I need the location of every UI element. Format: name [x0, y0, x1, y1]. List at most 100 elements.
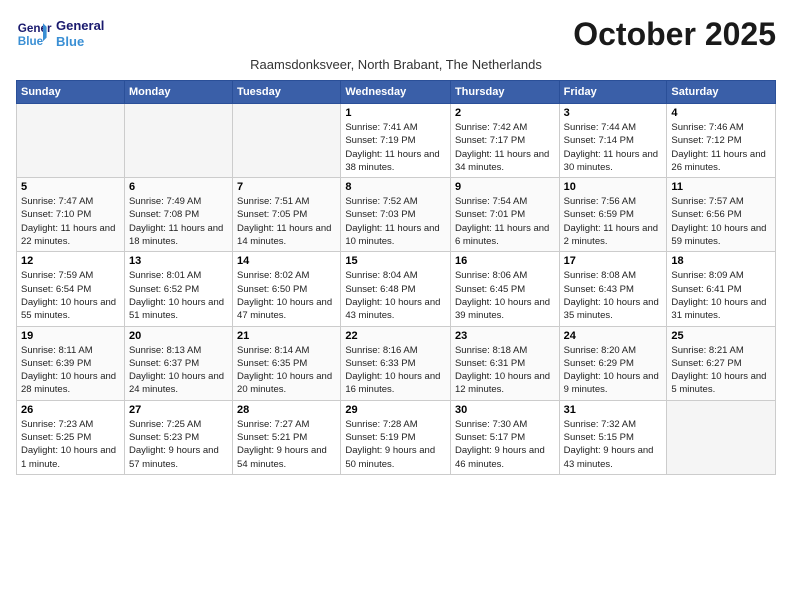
calendar-cell: 7 Sunrise: 7:51 AMSunset: 7:05 PMDaylight…	[233, 178, 341, 252]
day-number: 2	[455, 107, 555, 119]
svg-text:General: General	[18, 22, 52, 35]
week-row-2: 5 Sunrise: 7:47 AMSunset: 7:10 PMDaylight…	[17, 178, 776, 252]
calendar-cell: 30 Sunrise: 7:30 AMSunset: 5:17 PMDayligh…	[450, 400, 559, 474]
week-row-4: 19 Sunrise: 8:11 AMSunset: 6:39 PMDayligh…	[17, 326, 776, 400]
day-number: 3	[564, 107, 663, 119]
day-info: Sunrise: 7:44 AMSunset: 7:14 PMDaylight:…	[564, 121, 663, 174]
day-info: Sunrise: 7:30 AMSunset: 5:17 PMDaylight:…	[455, 418, 555, 471]
calendar-cell: 21Sunrise: 8:14 AMSunset: 6:35 PMDayligh…	[233, 326, 341, 400]
weekday-header-sunday: Sunday	[17, 81, 125, 104]
calendar-cell: 2 Sunrise: 7:42 AMSunset: 7:17 PMDaylight…	[450, 104, 559, 178]
day-number: 25	[671, 330, 771, 342]
day-info: Sunrise: 7:49 AMSunset: 7:08 PMDaylight:…	[129, 195, 228, 248]
calendar-cell: 11Sunrise: 7:57 AMSunset: 6:56 PMDayligh…	[667, 178, 776, 252]
day-info: Sunrise: 8:13 AMSunset: 6:37 PMDaylight:…	[129, 344, 228, 397]
calendar-cell: 14Sunrise: 8:02 AMSunset: 6:50 PMDayligh…	[233, 252, 341, 326]
calendar-cell: 15 Sunrise: 8:04 AMSunset: 6:48 PMDayligh…	[341, 252, 451, 326]
day-number: 28	[237, 404, 336, 416]
calendar-cell: 26 Sunrise: 7:23 AMSunset: 5:25 PMDayligh…	[17, 400, 125, 474]
calendar-cell: 28 Sunrise: 7:27 AMSunset: 5:21 PMDayligh…	[233, 400, 341, 474]
day-number: 27	[129, 404, 228, 416]
calendar-cell: 22Sunrise: 8:16 AMSunset: 6:33 PMDayligh…	[341, 326, 451, 400]
day-number: 9	[455, 181, 555, 193]
day-number: 20	[129, 330, 228, 342]
day-number: 15	[345, 255, 446, 267]
day-number: 12	[21, 255, 120, 267]
day-number: 7	[237, 181, 336, 193]
calendar-cell: 18 Sunrise: 8:09 AMSunset: 6:41 PMDayligh…	[667, 252, 776, 326]
day-info: Sunrise: 8:01 AMSunset: 6:52 PMDaylight:…	[129, 269, 228, 322]
svg-text:Blue: Blue	[18, 35, 44, 48]
calendar-cell: 23Sunrise: 8:18 AMSunset: 6:31 PMDayligh…	[450, 326, 559, 400]
day-info: Sunrise: 7:28 AMSunset: 5:19 PMDaylight:…	[345, 418, 446, 471]
calendar-cell	[667, 400, 776, 474]
calendar-cell: 4 Sunrise: 7:46 AMSunset: 7:12 PMDaylight…	[667, 104, 776, 178]
calendar-cell: 13 Sunrise: 8:01 AMSunset: 6:52 PMDayligh…	[124, 252, 232, 326]
day-info: Sunrise: 8:14 AMSunset: 6:35 PMDaylight:…	[237, 344, 336, 397]
calendar-cell: 16 Sunrise: 8:06 AMSunset: 6:45 PMDayligh…	[450, 252, 559, 326]
day-number: 6	[129, 181, 228, 193]
day-number: 5	[21, 181, 120, 193]
day-info: Sunrise: 7:56 AMSunset: 6:59 PMDaylight:…	[564, 195, 663, 248]
calendar-table: SundayMondayTuesdayWednesdayThursdayFrid…	[16, 80, 776, 475]
day-info: Sunrise: 7:54 AMSunset: 7:01 PMDaylight:…	[455, 195, 555, 248]
day-number: 4	[671, 107, 771, 119]
logo: General Blue General Blue	[16, 16, 104, 52]
calendar-cell	[124, 104, 232, 178]
calendar-cell: 27 Sunrise: 7:25 AMSunset: 5:23 PMDayligh…	[124, 400, 232, 474]
day-info: Sunrise: 8:08 AMSunset: 6:43 PMDaylight:…	[564, 269, 663, 322]
logo-icon: General Blue	[16, 16, 52, 52]
day-info: Sunrise: 7:52 AMSunset: 7:03 PMDaylight:…	[345, 195, 446, 248]
day-number: 19	[21, 330, 120, 342]
subtitle: Raamsdonksveer, North Brabant, The Nethe…	[16, 57, 776, 72]
weekday-header-tuesday: Tuesday	[233, 81, 341, 104]
day-number: 18	[671, 255, 771, 267]
calendar-cell: 6 Sunrise: 7:49 AMSunset: 7:08 PMDaylight…	[124, 178, 232, 252]
day-info: Sunrise: 8:09 AMSunset: 6:41 PMDaylight:…	[671, 269, 771, 322]
day-info: Sunrise: 7:23 AMSunset: 5:25 PMDaylight:…	[21, 418, 120, 471]
day-info: Sunrise: 7:25 AMSunset: 5:23 PMDaylight:…	[129, 418, 228, 471]
day-number: 10	[564, 181, 663, 193]
calendar-cell: 3 Sunrise: 7:44 AMSunset: 7:14 PMDaylight…	[559, 104, 667, 178]
day-info: Sunrise: 7:59 AMSunset: 6:54 PMDaylight:…	[21, 269, 120, 322]
day-number: 24	[564, 330, 663, 342]
logo-text: General Blue	[56, 18, 104, 49]
day-info: Sunrise: 8:06 AMSunset: 6:45 PMDaylight:…	[455, 269, 555, 322]
day-info: Sunrise: 7:46 AMSunset: 7:12 PMDaylight:…	[671, 121, 771, 174]
day-info: Sunrise: 8:02 AMSunset: 6:50 PMDaylight:…	[237, 269, 336, 322]
week-row-5: 26 Sunrise: 7:23 AMSunset: 5:25 PMDayligh…	[17, 400, 776, 474]
calendar-cell	[17, 104, 125, 178]
day-number: 17	[564, 255, 663, 267]
day-info: Sunrise: 8:04 AMSunset: 6:48 PMDaylight:…	[345, 269, 446, 322]
weekday-header-friday: Friday	[559, 81, 667, 104]
calendar-cell	[233, 104, 341, 178]
calendar-cell: 1 Sunrise: 7:41 AMSunset: 7:19 PMDaylight…	[341, 104, 451, 178]
day-number: 29	[345, 404, 446, 416]
day-info: Sunrise: 7:42 AMSunset: 7:17 PMDaylight:…	[455, 121, 555, 174]
day-info: Sunrise: 7:32 AMSunset: 5:15 PMDaylight:…	[564, 418, 663, 471]
weekday-header-monday: Monday	[124, 81, 232, 104]
calendar-cell: 29 Sunrise: 7:28 AMSunset: 5:19 PMDayligh…	[341, 400, 451, 474]
header: General Blue General Blue October 2025	[16, 16, 776, 53]
day-number: 30	[455, 404, 555, 416]
day-number: 22	[345, 330, 446, 342]
calendar-cell: 20 Sunrise: 8:13 AMSunset: 6:37 PMDayligh…	[124, 326, 232, 400]
day-info: Sunrise: 8:11 AMSunset: 6:39 PMDaylight:…	[21, 344, 120, 397]
day-info: Sunrise: 7:51 AMSunset: 7:05 PMDaylight:…	[237, 195, 336, 248]
day-info: Sunrise: 7:47 AMSunset: 7:10 PMDaylight:…	[21, 195, 120, 248]
day-number: 16	[455, 255, 555, 267]
weekday-header-thursday: Thursday	[450, 81, 559, 104]
day-number: 31	[564, 404, 663, 416]
calendar-cell: 12 Sunrise: 7:59 AMSunset: 6:54 PMDayligh…	[17, 252, 125, 326]
day-number: 1	[345, 107, 446, 119]
day-number: 13	[129, 255, 228, 267]
day-info: Sunrise: 8:21 AMSunset: 6:27 PMDaylight:…	[671, 344, 771, 397]
day-info: Sunrise: 7:41 AMSunset: 7:19 PMDaylight:…	[345, 121, 446, 174]
calendar-cell: 25 Sunrise: 8:21 AMSunset: 6:27 PMDayligh…	[667, 326, 776, 400]
day-number: 26	[21, 404, 120, 416]
weekday-header-wednesday: Wednesday	[341, 81, 451, 104]
day-info: Sunrise: 7:27 AMSunset: 5:21 PMDaylight:…	[237, 418, 336, 471]
week-row-3: 12 Sunrise: 7:59 AMSunset: 6:54 PMDayligh…	[17, 252, 776, 326]
month-title: October 2025	[573, 16, 776, 53]
weekday-header-saturday: Saturday	[667, 81, 776, 104]
